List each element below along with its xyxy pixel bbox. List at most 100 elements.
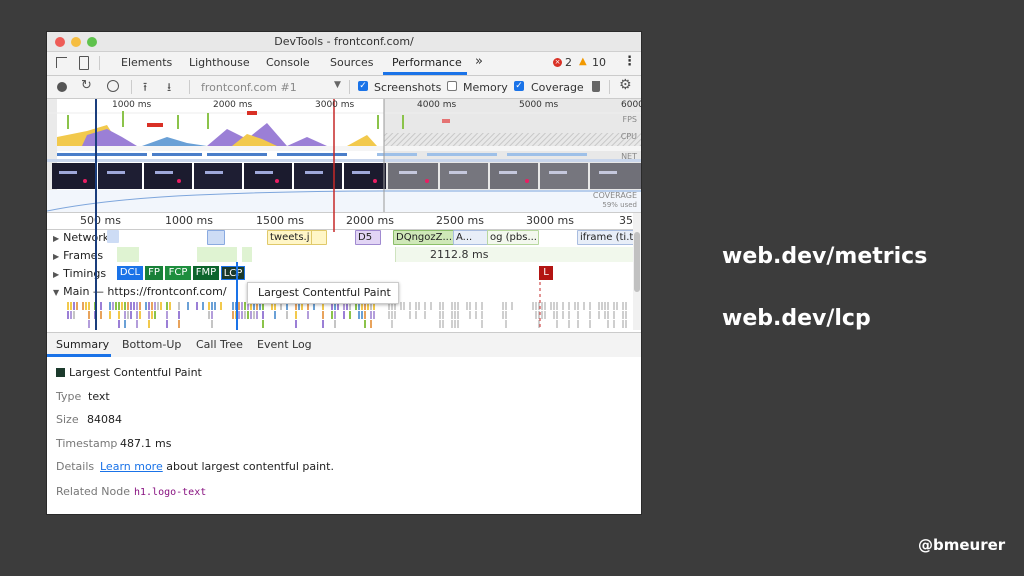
flame-slice xyxy=(136,311,138,319)
frames-track-label[interactable]: ▶ Frames xyxy=(53,249,103,262)
flame-slice xyxy=(568,320,570,328)
frame-block[interactable] xyxy=(117,247,139,262)
tab-console[interactable]: Console xyxy=(266,56,310,69)
network-track-label[interactable]: ▶ Network xyxy=(53,231,109,244)
tab-bottom-up[interactable]: Bottom-Up xyxy=(122,338,181,351)
network-request[interactable] xyxy=(311,230,327,245)
flame-slice xyxy=(127,302,129,310)
coverage-checkbox[interactable]: ✓ xyxy=(514,81,524,91)
flame-slice xyxy=(139,302,141,310)
flame-slice xyxy=(370,311,372,319)
tab-summary[interactable]: Summary xyxy=(56,338,109,351)
tab-call-tree[interactable]: Call Tree xyxy=(196,338,243,351)
flame-slice xyxy=(538,311,540,319)
flame-slice xyxy=(148,302,150,310)
frame-block[interactable] xyxy=(242,247,252,262)
flame-slice xyxy=(169,302,171,310)
flame-slice xyxy=(145,302,147,310)
tab-performance[interactable]: Performance xyxy=(392,56,462,69)
tab-sources[interactable]: Sources xyxy=(330,56,374,69)
flame-slice xyxy=(622,302,624,310)
flame-slice xyxy=(391,311,393,319)
tab-lighthouse[interactable]: Lighthouse xyxy=(189,56,250,69)
divider xyxy=(609,80,610,94)
active-tab-indicator xyxy=(383,72,467,75)
more-tabs-icon[interactable]: » xyxy=(475,54,483,69)
network-request[interactable] xyxy=(207,230,225,245)
fcp-marker[interactable]: FCP xyxy=(165,266,191,280)
summary-timestamp-row: Timestamp 487.1 ms xyxy=(56,437,172,450)
timings-track[interactable]: ▶ Timings DCL FP FCP FMP LCP L xyxy=(47,264,633,282)
flame-slice xyxy=(424,302,426,310)
fmp-marker[interactable]: FMP xyxy=(193,266,219,280)
flame-slice xyxy=(124,320,126,328)
network-request[interactable]: og (pbs... xyxy=(487,230,539,245)
expand-arrow-icon: ▶ xyxy=(53,252,60,261)
kebab-menu-icon[interactable]: ⋮ xyxy=(623,54,636,69)
network-track[interactable]: ▶ Network tweets.j D5 DQngozZ... A... og … xyxy=(47,228,637,246)
inspect-element-icon[interactable] xyxy=(56,57,67,68)
record-icon[interactable] xyxy=(57,82,67,92)
flame-slice xyxy=(100,302,102,310)
trash-icon[interactable] xyxy=(592,81,600,92)
flame-slice xyxy=(235,311,237,319)
flame-slice xyxy=(607,320,609,328)
clear-icon[interactable] xyxy=(107,80,119,92)
gear-icon[interactable]: ⚙ xyxy=(619,77,632,93)
error-count[interactable]: 2 xyxy=(565,56,572,69)
flame-slice xyxy=(604,302,606,310)
screenshots-checkbox[interactable]: ✓ xyxy=(358,81,368,91)
flame-slice xyxy=(67,302,69,310)
upload-icon[interactable]: ⭱ xyxy=(143,78,147,99)
summary-size-row: Size 84084 xyxy=(56,413,122,426)
lcp-marker[interactable]: LCP xyxy=(221,266,245,280)
tooltip: Largest Contentful Paint xyxy=(247,282,399,304)
memory-checkbox[interactable] xyxy=(447,81,457,91)
flame-slice xyxy=(118,311,120,319)
network-request[interactable]: tweets.j xyxy=(267,230,313,245)
flame-scrollbar-thumb[interactable] xyxy=(634,232,640,292)
tab-event-log[interactable]: Event Log xyxy=(257,338,312,351)
frames-track[interactable]: ▶ Frames 2112.8 ms xyxy=(47,246,634,264)
tab-elements[interactable]: Elements xyxy=(121,56,172,69)
reload-icon[interactable]: ↻ xyxy=(81,78,92,93)
fp-marker[interactable]: FP xyxy=(145,266,163,280)
profile-select[interactable]: frontconf.com #1 xyxy=(201,81,297,94)
frame-block[interactable] xyxy=(197,247,237,262)
device-toolbar-icon[interactable] xyxy=(79,56,89,70)
flame-slice xyxy=(157,302,159,310)
network-request[interactable]: DQngozZ... xyxy=(393,230,455,245)
flame-slice xyxy=(322,311,324,319)
learn-more-link[interactable]: Learn more xyxy=(100,460,163,473)
timeline-overview[interactable]: 1000 ms 2000 ms 3000 ms 4000 ms 5000 ms … xyxy=(47,99,641,212)
flame-slice xyxy=(322,320,324,328)
timings-track-label[interactable]: ▶ Timings xyxy=(53,267,106,280)
load-marker[interactable]: L xyxy=(539,266,553,280)
author-handle: @bmeurer xyxy=(918,536,1006,554)
network-request[interactable]: iframe (ti.t xyxy=(577,230,637,245)
flame-slice xyxy=(574,302,576,310)
flame-slice xyxy=(544,302,546,310)
flame-slice xyxy=(625,302,627,310)
network-request[interactable] xyxy=(107,230,119,243)
side-link-lcp: web.dev/lcp xyxy=(722,306,871,331)
overview-graph xyxy=(47,99,641,212)
divider xyxy=(349,80,350,94)
network-request[interactable]: A... xyxy=(453,230,489,245)
frame-duration: 2112.8 ms xyxy=(430,248,489,261)
flame-slice xyxy=(67,311,69,319)
flame-slice xyxy=(388,311,390,319)
network-request[interactable]: D5 xyxy=(355,230,381,245)
ruler-tick: 3000 ms xyxy=(526,214,574,227)
flame-slice xyxy=(370,320,372,328)
dcl-marker[interactable]: DCL xyxy=(117,266,143,280)
related-node-link[interactable]: h1.logo-text xyxy=(134,487,206,498)
chevron-down-icon[interactable]: ▼ xyxy=(334,80,341,90)
flame-slice xyxy=(232,302,234,310)
warning-count[interactable]: 10 xyxy=(592,56,606,69)
flame-slice xyxy=(541,302,543,310)
flame-slice xyxy=(109,302,111,310)
download-icon[interactable]: ⭳ xyxy=(167,78,171,99)
title-bar: DevTools - frontconf.com/ xyxy=(47,32,641,52)
flame-slice xyxy=(541,311,543,319)
